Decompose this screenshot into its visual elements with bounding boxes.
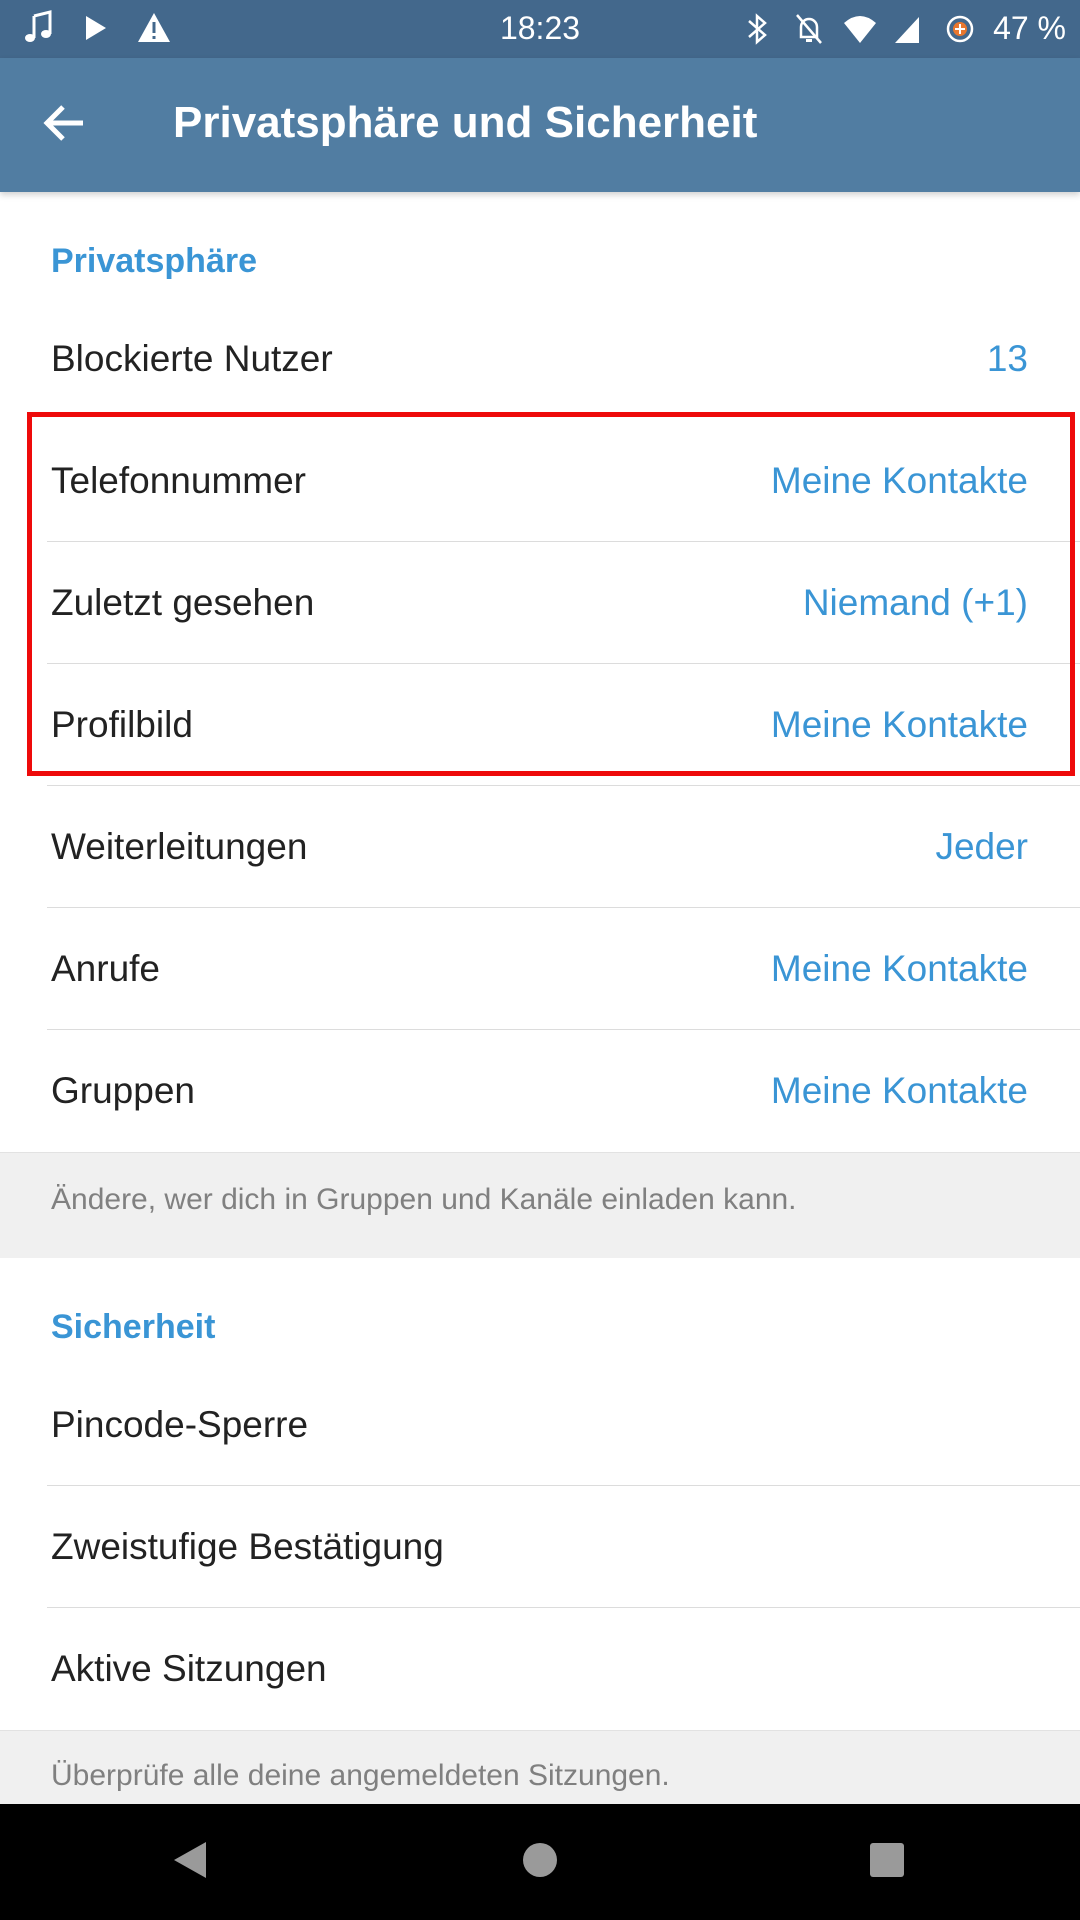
- setting-value: Meine Kontakte: [770, 1070, 1028, 1111]
- setting-value: Meine Kontakte: [770, 460, 1028, 501]
- setting-active-sessions[interactable]: Aktive Sitzungen: [0, 1608, 1080, 1730]
- nav-recents-icon: [867, 1840, 907, 1885]
- status-bar: 18:23 47 %: [0, 0, 1080, 58]
- setting-value: Niemand (+1): [802, 582, 1028, 623]
- setting-forwards[interactable]: Weiterleitungen Jeder: [0, 786, 1080, 908]
- setting-label: Telefonnummer: [51, 460, 307, 501]
- wifi-icon: [843, 11, 877, 47]
- setting-label: Anrufe: [51, 948, 161, 989]
- setting-label: Profilbild: [51, 704, 193, 745]
- notifications-off-icon: [793, 11, 827, 47]
- setting-label: Aktive Sitzungen: [51, 1648, 327, 1689]
- nav-back-button[interactable]: [160, 1832, 220, 1892]
- section-header-privacy: Privatsphäre: [51, 242, 257, 280]
- bluetooth-icon: [743, 11, 777, 47]
- nav-home-button[interactable]: [510, 1832, 570, 1892]
- section-header-security: Sicherheit: [51, 1308, 216, 1346]
- page-title: Privatsphäre und Sicherheit: [173, 98, 758, 147]
- battery-percent: 47 %: [993, 10, 1066, 46]
- status-right-icons: 47 %: [743, 10, 1066, 47]
- setting-value: Meine Kontakte: [770, 704, 1028, 745]
- app-bar: Privatsphäre und Sicherheit: [0, 58, 1080, 192]
- setting-value: Jeder: [935, 826, 1028, 867]
- setting-value: 13: [986, 338, 1028, 379]
- setting-label: Pincode-Sperre: [51, 1404, 309, 1445]
- nav-home-icon: [520, 1840, 560, 1885]
- setting-phone-number[interactable]: Telefonnummer Meine Kontakte: [0, 420, 1080, 542]
- setting-label: Zweistufige Bestätigung: [51, 1526, 444, 1567]
- setting-two-step-verification[interactable]: Zweistufige Bestätigung: [0, 1486, 1080, 1608]
- nav-recents-button[interactable]: [857, 1832, 917, 1892]
- setting-calls[interactable]: Anrufe Meine Kontakte: [0, 908, 1080, 1030]
- signal-icon: [893, 11, 927, 47]
- setting-passcode-lock[interactable]: Pincode-Sperre: [0, 1364, 1080, 1486]
- setting-label: Weiterleitungen: [51, 826, 308, 867]
- battery-saver-icon: [943, 11, 977, 47]
- setting-last-seen[interactable]: Zuletzt gesehen Niemand (+1): [0, 542, 1080, 664]
- setting-groups[interactable]: Gruppen Meine Kontakte: [0, 1030, 1080, 1152]
- arrow-back-icon: [43, 103, 87, 148]
- setting-blocked-users[interactable]: Blockierte Nutzer 13: [0, 298, 1080, 420]
- setting-label: Blockierte Nutzer: [51, 338, 333, 379]
- setting-profile-photo[interactable]: Profilbild Meine Kontakte: [0, 664, 1080, 786]
- nav-back-icon: [170, 1838, 210, 1887]
- setting-value: Meine Kontakte: [770, 948, 1028, 989]
- back-button[interactable]: [30, 95, 100, 155]
- setting-label: Zuletzt gesehen: [51, 582, 315, 623]
- settings-list: Privatsphäre Blockierte Nutzer 13 Telefo…: [0, 192, 1080, 1822]
- setting-label: Gruppen: [51, 1070, 195, 1111]
- navigation-bar: [0, 1804, 1080, 1920]
- privacy-info-text: Ändere, wer dich in Gruppen und Kanäle e…: [0, 1152, 1080, 1258]
